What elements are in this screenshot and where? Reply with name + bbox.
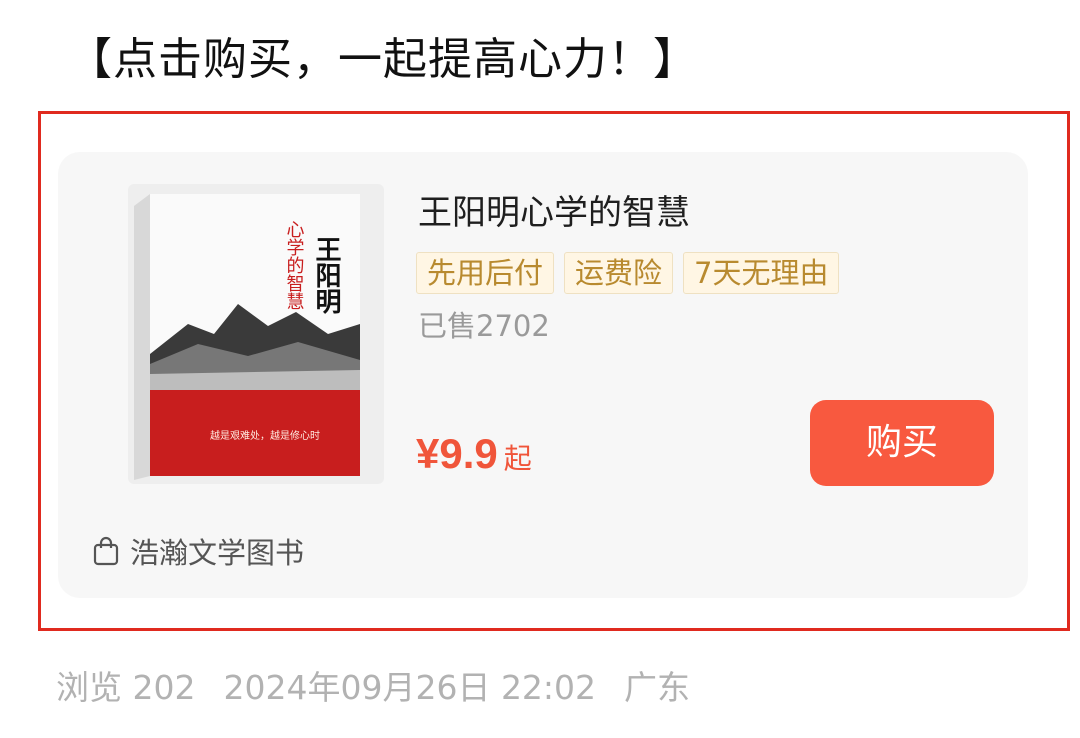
shop-name: 浩瀚文学图书 xyxy=(130,536,305,570)
cover-slogan: 越是艰难处，越是修心时 xyxy=(210,429,320,442)
post-location: 广东 xyxy=(624,668,691,707)
post-datetime: 2024年09月26日 22:02 xyxy=(223,668,597,707)
tag-shipping-insurance: 运费险 xyxy=(564,252,674,294)
service-tags: 先用后付 运费险 7天无理由 xyxy=(416,252,840,294)
price-suffix: 起 xyxy=(503,443,532,474)
post-meta: 浏览 202 2024年09月26日 22:02 广东 xyxy=(56,664,690,712)
price-amount: ¥9.9 xyxy=(416,430,498,477)
tag-pay-later: 先用后付 xyxy=(416,252,555,294)
cover-subtitle: 心学的智慧 xyxy=(284,220,305,310)
price: ¥9.9 起 xyxy=(416,430,532,478)
cover-big-title: 王阳明 xyxy=(311,236,341,315)
sold-count: 已售2702 xyxy=(418,309,550,343)
buy-button[interactable]: 购买 xyxy=(810,400,994,486)
product-title[interactable]: 王阳明心学的智慧 xyxy=(418,190,690,236)
view-count: 浏览 202 xyxy=(56,668,196,707)
product-card[interactable]: 王阳明 心学的智慧 越是艰难处，越是修心时 王阳明心学的智慧 先用后付 运费险 … xyxy=(58,152,1028,598)
book-cover-image[interactable]: 王阳明 心学的智慧 越是艰难处，越是修心时 xyxy=(128,184,384,484)
shop-link[interactable]: 浩瀚文学图书 xyxy=(92,530,304,572)
headline: 【点击购买，一起提高心力！】 xyxy=(68,34,698,85)
tag-7-day-return: 7天无理由 xyxy=(683,252,840,294)
shopping-bag-icon xyxy=(93,536,119,566)
